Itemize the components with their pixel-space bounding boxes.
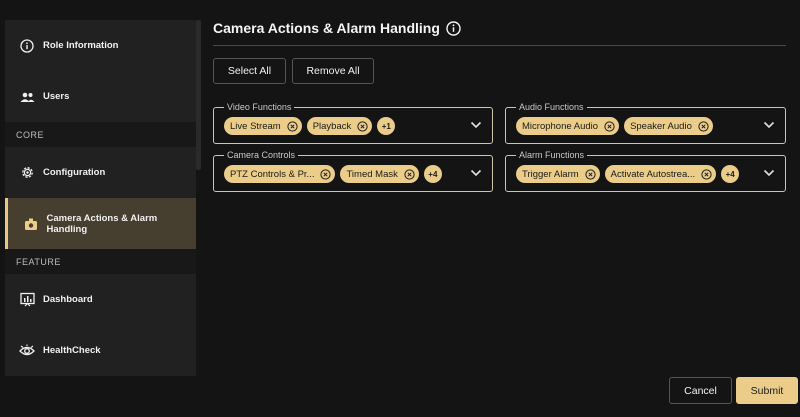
sidebar-item-label: Role Information [43, 40, 119, 51]
cancel-button[interactable]: Cancel [669, 377, 732, 404]
chip-label: Activate Autostrea... [610, 168, 696, 180]
field-legend: Alarm Functions [516, 150, 588, 161]
page-title-row: Camera Actions & Alarm Handling [213, 20, 461, 36]
chip-live-stream: Live Stream [224, 117, 302, 135]
sidebar-item-label: Configuration [43, 167, 106, 178]
chevron-down-icon[interactable] [470, 169, 482, 179]
chip-playback: Playback [306, 117, 373, 135]
chip-remove-icon[interactable] [404, 168, 415, 180]
camera-alarm-icon [23, 216, 39, 232]
sidebar-item-camera-actions[interactable]: Camera Actions & Alarm Handling [5, 198, 196, 249]
sidebar-item-label: Users [43, 91, 70, 102]
sidebar-item-label: HealthCheck [43, 345, 101, 356]
chip-remove-icon[interactable] [357, 120, 368, 132]
chip-activate-autostream: Activate Autostrea... [604, 165, 717, 183]
page-title: Camera Actions & Alarm Handling [213, 20, 440, 36]
nav-group-core: Configuration Camera Actions & Alarm Han… [5, 147, 196, 249]
chevron-down-icon[interactable] [763, 121, 775, 131]
sidebar-item-configuration[interactable]: Configuration [5, 147, 196, 198]
sidebar-item-users[interactable]: Users [5, 71, 196, 122]
chip-remove-icon[interactable] [604, 120, 615, 132]
section-label-feature: FEATURE [5, 249, 196, 274]
chip-label: Microphone Audio [522, 120, 599, 132]
submit-button[interactable]: Submit [736, 377, 798, 404]
more-count-badge: +1 [377, 117, 396, 135]
chip-label: Live Stream [230, 120, 281, 132]
field-legend: Camera Controls [224, 150, 299, 161]
chip-remove-icon[interactable] [287, 120, 298, 132]
users-icon [19, 89, 35, 105]
dashboard-icon [19, 292, 35, 308]
sidebar: Role Information Users CORE Configuratio… [5, 20, 196, 376]
chip-remove-icon[interactable] [585, 168, 596, 180]
alarm-functions-select[interactable]: Alarm Functions Trigger Alarm Activate A… [505, 150, 786, 192]
select-all-button[interactable]: Select All [213, 58, 286, 84]
chip-timed-mask: Timed Mask [340, 165, 419, 183]
field-legend: Audio Functions [516, 102, 587, 113]
chip-microphone-audio: Microphone Audio [516, 117, 620, 135]
audio-functions-select[interactable]: Audio Functions Microphone Audio Speaker… [505, 102, 786, 144]
camera-controls-select[interactable]: Camera Controls PTZ Controls & Pr... Tim… [213, 150, 493, 192]
section-label-core: CORE [5, 122, 196, 147]
chevron-down-icon[interactable] [763, 169, 775, 179]
more-count-badge: +4 [721, 165, 740, 183]
video-functions-select[interactable]: Video Functions Live Stream Playback +1 [213, 102, 493, 144]
field-legend: Video Functions [224, 102, 295, 113]
remove-all-button[interactable]: Remove All [292, 58, 374, 84]
chip-label: Timed Mask [346, 168, 398, 180]
nav-group-top: Role Information Users [5, 20, 196, 122]
chip-label: Playback [312, 120, 352, 132]
chip-trigger-alarm: Trigger Alarm [516, 165, 600, 183]
more-count-badge: +4 [423, 165, 442, 183]
sidebar-item-label: Camera Actions & Alarm Handling [46, 212, 158, 235]
chip-remove-icon[interactable] [698, 120, 709, 132]
info-icon[interactable] [446, 20, 461, 36]
sidebar-scrollbar[interactable] [196, 20, 201, 170]
chip-label: PTZ Controls & Pr... [230, 168, 315, 180]
chip-label: Trigger Alarm [522, 168, 579, 180]
sidebar-item-healthcheck[interactable]: HealthCheck [5, 325, 196, 376]
chip-ptz-controls: PTZ Controls & Pr... [224, 165, 336, 183]
chevron-down-icon[interactable] [470, 121, 482, 131]
chip-remove-icon[interactable] [320, 168, 332, 180]
chip-label: Speaker Audio [630, 120, 692, 132]
gear-icon [19, 165, 35, 181]
chip-remove-icon[interactable] [701, 168, 712, 180]
sidebar-item-dashboard[interactable]: Dashboard [5, 274, 196, 325]
chip-speaker-audio: Speaker Audio [624, 117, 713, 135]
sidebar-item-label: Dashboard [43, 294, 93, 305]
sidebar-item-role-information[interactable]: Role Information [5, 20, 196, 71]
title-divider [213, 45, 786, 46]
eye-icon [19, 343, 35, 359]
info-icon [19, 38, 35, 54]
nav-group-feature: Dashboard HealthCheck [5, 274, 196, 376]
